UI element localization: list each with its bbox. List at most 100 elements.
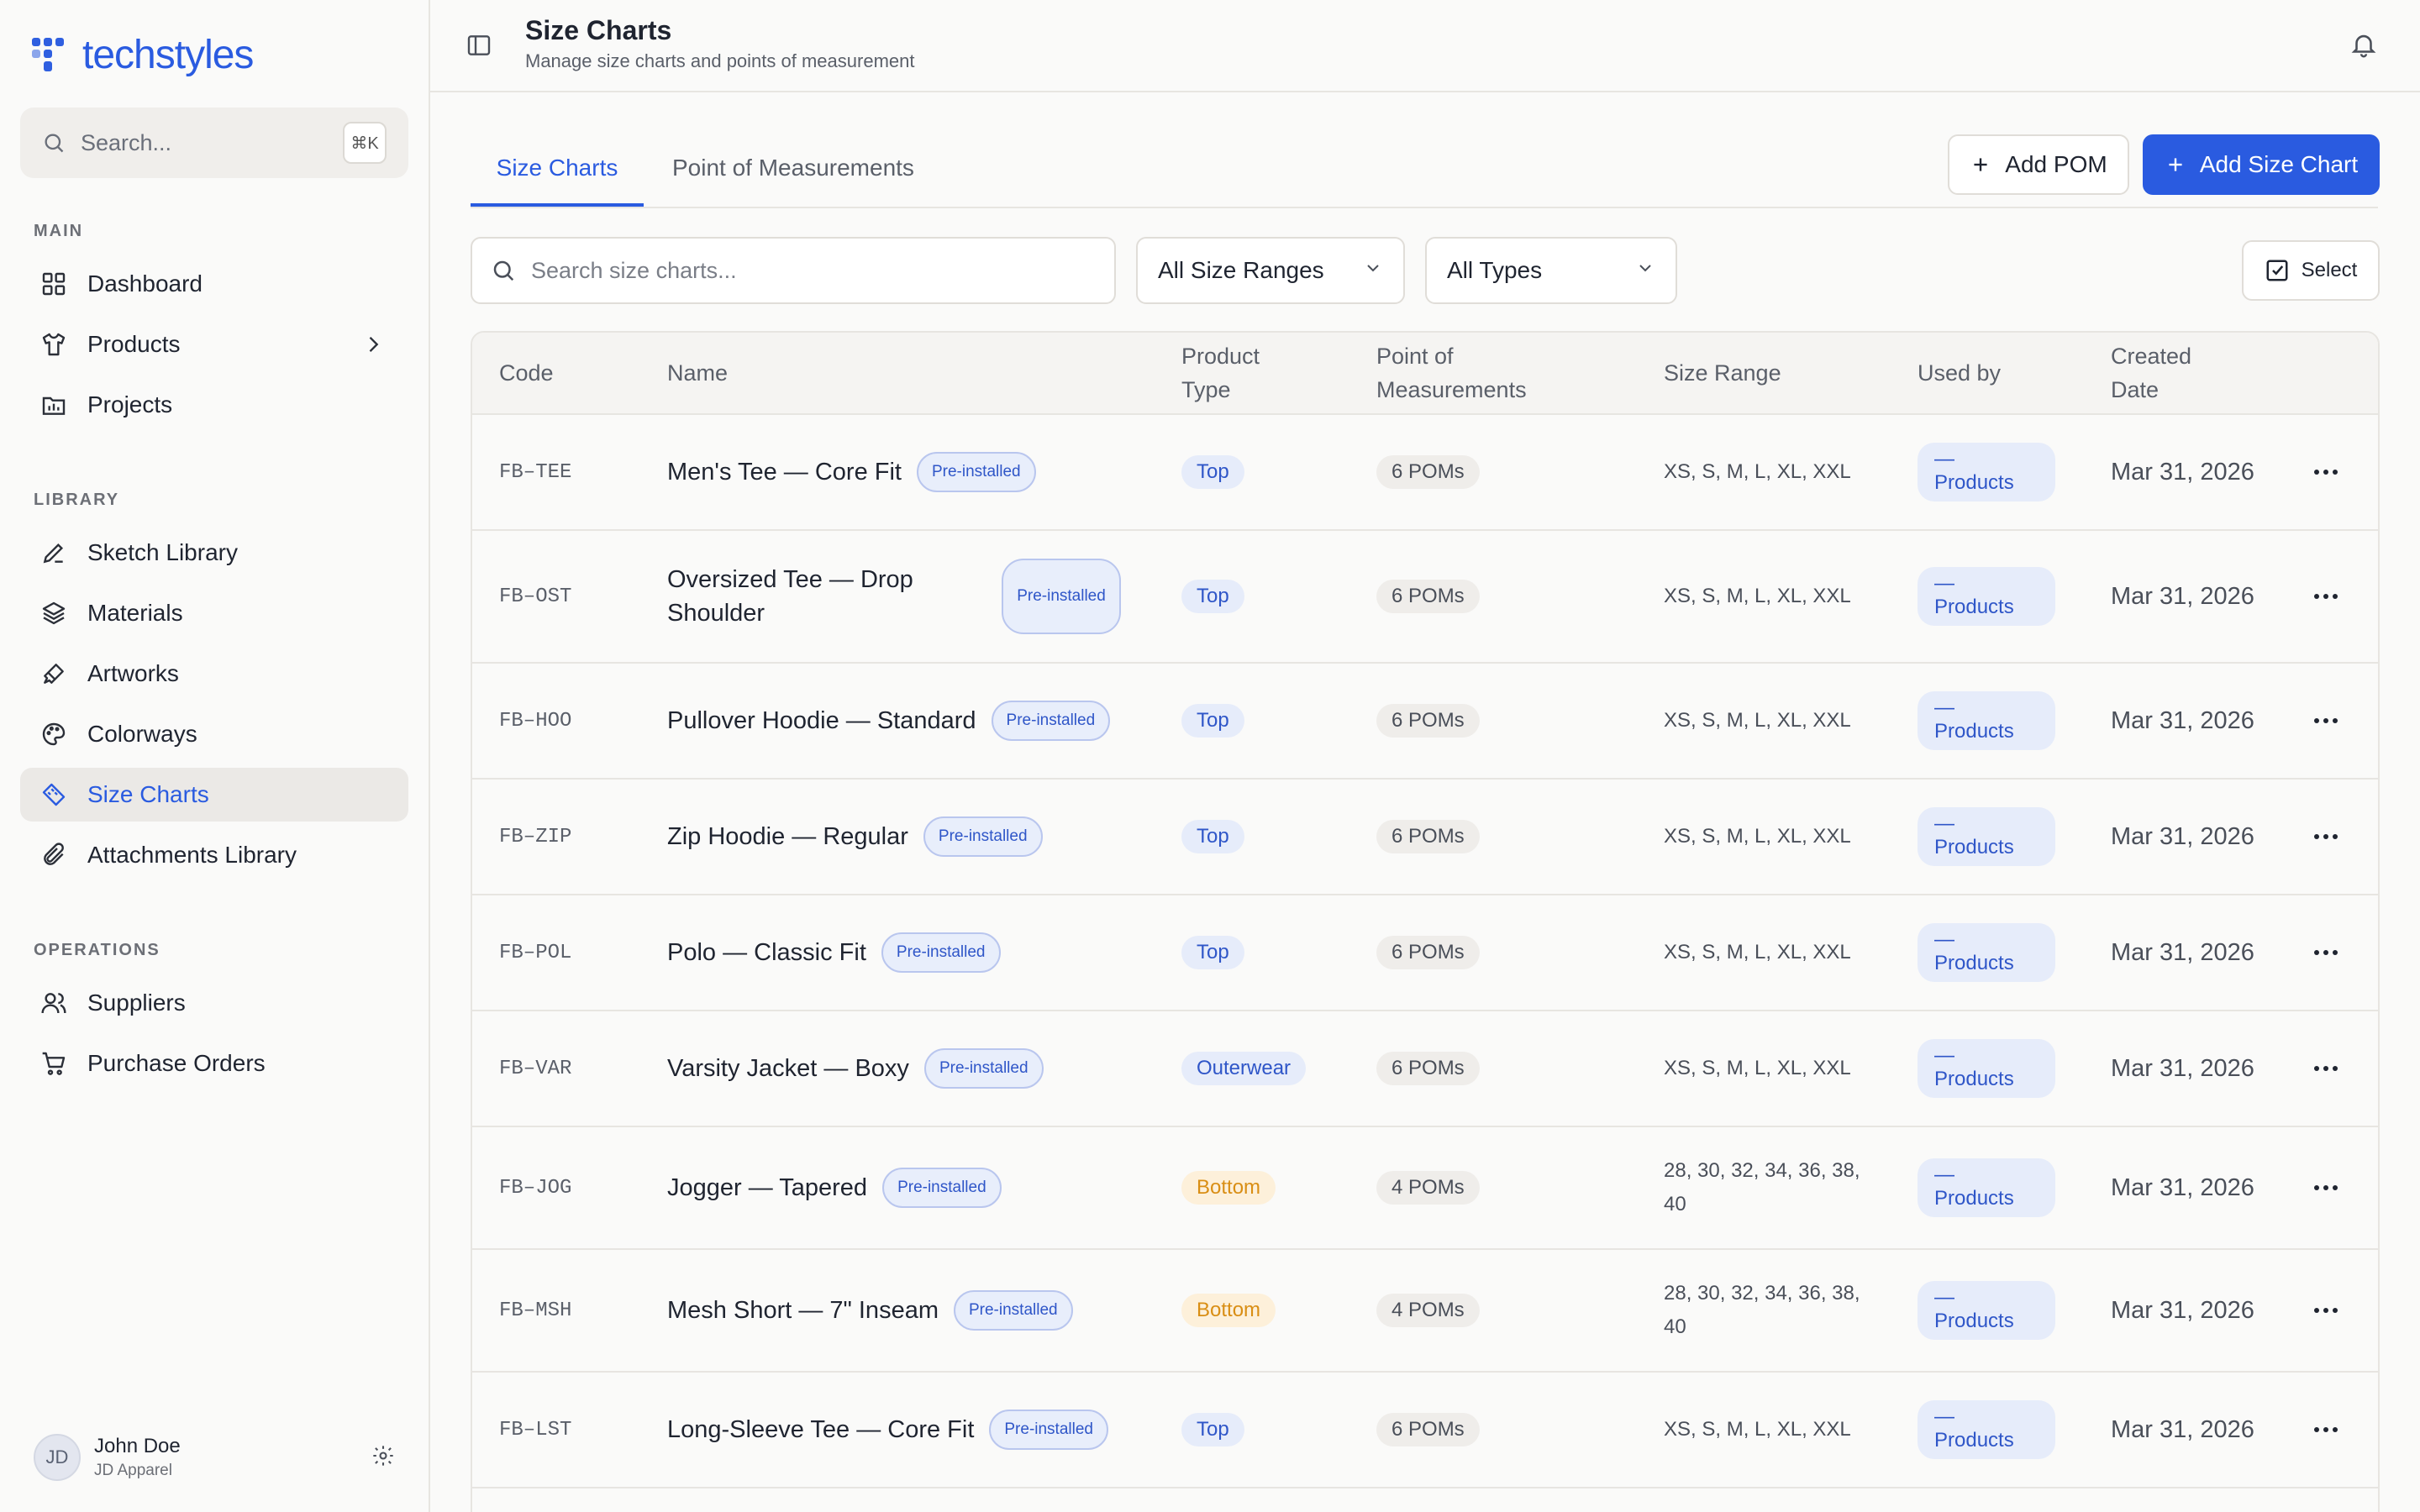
- table-row[interactable]: FB–LST Long-Sleeve Tee — Core Fit Pre-ins…: [472, 1373, 2378, 1488]
- table-row[interactable]: FB–OST Oversized Tee — Drop Shoulder Pre-…: [472, 531, 2378, 664]
- more-options-icon[interactable]: [2309, 948, 2343, 957]
- more-options-icon[interactable]: [2309, 1425, 2343, 1434]
- product-type-badge: Top: [1181, 820, 1244, 853]
- tab-size-charts[interactable]: Size Charts: [471, 155, 644, 207]
- sidebar-item-artworks[interactable]: Artworks: [20, 647, 408, 701]
- pre-installed-badge: Pre-installed: [881, 932, 1001, 973]
- section-label-operations: OPERATIONS: [34, 941, 160, 959]
- product-type-badge: Outerwear: [1181, 1052, 1307, 1085]
- row-name: Polo — Classic Fit: [667, 938, 866, 966]
- sidebar-item-projects[interactable]: Projects: [20, 378, 408, 432]
- sidebar-item-label: Size Charts: [87, 781, 209, 807]
- used-by-badge[interactable]: — Products: [1918, 1039, 2055, 1098]
- brand-name: techstyles: [82, 32, 254, 77]
- size-chart-search-input[interactable]: Search size charts...: [471, 237, 1116, 304]
- more-options-icon[interactable]: [2309, 468, 2343, 476]
- row-name: Mesh Short — 7" Inseam: [667, 1296, 939, 1324]
- sidebar-toggle-icon[interactable]: [466, 32, 492, 63]
- more-options-icon[interactable]: [2309, 832, 2343, 841]
- tab-point-of-measurements[interactable]: Point of Measurements: [672, 155, 914, 207]
- table-row[interactable]: FB–JOG Jogger — Tapered Pre-installed Bot…: [472, 1127, 2378, 1250]
- row-size-range: XS, S, M, L, XL, XXL: [1664, 825, 1851, 848]
- row-name: Zip Hoodie — Regular: [667, 822, 908, 850]
- layers-icon: [39, 598, 69, 628]
- column-header-product-type[interactable]: Product Type: [1181, 339, 1260, 407]
- column-header-code[interactable]: Code: [499, 356, 554, 390]
- sidebar-item-dashboard[interactable]: Dashboard: [20, 257, 408, 311]
- column-header-created-date[interactable]: Created Date: [2111, 339, 2191, 407]
- used-by-label: Products: [1934, 596, 2014, 618]
- column-header-name[interactable]: Name: [667, 356, 728, 390]
- chevron-down-icon: [1635, 257, 1655, 284]
- pre-installed-badge: Pre-installed: [916, 452, 1036, 492]
- used-by-label: Products: [1934, 836, 2014, 858]
- product-type-badge: Bottom: [1181, 1294, 1276, 1327]
- more-options-icon[interactable]: [2309, 1184, 2343, 1192]
- more-options-icon[interactable]: [2309, 592, 2343, 601]
- sidebar-item-products[interactable]: Products: [20, 318, 408, 371]
- row-name: Varsity Jacket — Boxy: [667, 1054, 909, 1082]
- sidebar-search-placeholder: Search...: [81, 129, 172, 155]
- table-row[interactable]: FB–ZIP Zip Hoodie — Regular Pre-installed…: [472, 780, 2378, 895]
- pom-count-badge: 6 POMs: [1376, 1052, 1480, 1085]
- brand-logo[interactable]: techstyles: [32, 32, 254, 77]
- sidebar-item-attachments-library[interactable]: Attachments Library: [20, 828, 408, 882]
- add-pom-button[interactable]: Add POM: [1948, 134, 2129, 195]
- used-by-badge[interactable]: — Products: [1918, 1400, 2055, 1459]
- page-title: Size Charts: [525, 15, 672, 45]
- column-header-text: Type: [1181, 377, 1231, 402]
- used-by-badge[interactable]: — Products: [1918, 923, 2055, 982]
- bell-icon[interactable]: [2349, 30, 2378, 63]
- row-size-range: 28, 30, 32, 34, 36, 38, 40: [1664, 1277, 1860, 1344]
- select-button[interactable]: Select: [2242, 240, 2380, 301]
- sidebar-item-purchase-orders[interactable]: Purchase Orders: [20, 1037, 408, 1090]
- pre-installed-badge: Pre-installed: [923, 1048, 1044, 1089]
- more-options-icon[interactable]: [2309, 717, 2343, 725]
- used-by-badge[interactable]: — Products: [1918, 1158, 2055, 1217]
- sidebar-item-colorways[interactable]: Colorways: [20, 707, 408, 761]
- sidebar-item-label: Projects: [87, 391, 173, 417]
- size-range-dropdown[interactable]: All Size Ranges: [1136, 237, 1405, 304]
- used-by-badge[interactable]: — Products: [1918, 443, 2055, 501]
- used-by-badge[interactable]: — Products: [1918, 567, 2055, 626]
- sidebar-item-suppliers[interactable]: Suppliers: [20, 976, 408, 1030]
- table-row[interactable]: FB–VAR Varsity Jacket — Boxy Pre-installe…: [472, 1011, 2378, 1127]
- used-by-badge[interactable]: — Products: [1918, 807, 2055, 866]
- row-name-line: Oversized Tee — Drop: [667, 566, 913, 593]
- user-profile[interactable]: JD John Doe JD Apparel: [34, 1432, 403, 1483]
- more-options-icon[interactable]: [2309, 1064, 2343, 1073]
- table-row[interactable]: FB–POL Polo — Classic Fit Pre-installed T…: [472, 895, 2378, 1011]
- add-pom-label: Add POM: [2005, 151, 2107, 177]
- column-header-size-range[interactable]: Size Range: [1664, 356, 1781, 390]
- row-name: Pullover Hoodie — Standard: [667, 706, 976, 734]
- used-by-dash: —: [1934, 1044, 1954, 1067]
- sidebar-item-materials[interactable]: Materials: [20, 586, 408, 640]
- ruler-icon: [39, 780, 69, 810]
- sidebar-search[interactable]: Search... ⌘K: [20, 108, 408, 178]
- row-size-range: XS, S, M, L, XL, XXL: [1664, 709, 1851, 732]
- add-size-chart-button[interactable]: Add Size Chart: [2143, 134, 2380, 195]
- type-dropdown[interactable]: All Types: [1425, 237, 1677, 304]
- used-by-label: Products: [1934, 952, 2014, 974]
- gear-icon[interactable]: [371, 1444, 395, 1472]
- sidebar-item-label: Products: [87, 331, 181, 357]
- more-options-icon[interactable]: [2309, 1306, 2343, 1315]
- sidebar-item-size-charts[interactable]: Size Charts: [20, 768, 408, 822]
- row-created-date: Mar 31, 2026: [2111, 938, 2254, 966]
- table-row[interactable]: FB–MSH Mesh Short — 7" Inseam Pre-install…: [472, 1250, 2378, 1373]
- sidebar-item-label: Suppliers: [87, 990, 186, 1016]
- column-header-pom[interactable]: Point of Measurements: [1376, 339, 1527, 407]
- row-size-range: XS, S, M, L, XL, XXL: [1664, 1418, 1851, 1441]
- table-row[interactable]: FB–TEE Men's Tee — Core Fit Pre-installed…: [472, 415, 2378, 531]
- pom-count-badge: 6 POMs: [1376, 580, 1480, 613]
- used-by-badge[interactable]: — Products: [1918, 1281, 2055, 1340]
- used-by-dash: —: [1934, 812, 1954, 835]
- used-by-badge[interactable]: — Products: [1918, 691, 2055, 750]
- size-range-line: 40: [1664, 1315, 1686, 1338]
- sidebar-item-label: Artworks: [87, 660, 179, 686]
- column-header-used-by[interactable]: Used by: [1918, 356, 2001, 390]
- sidebar-item-sketch-library[interactable]: Sketch Library: [20, 526, 408, 580]
- row-code: FB–VAR: [499, 1057, 572, 1080]
- table-row[interactable]: FB–HOO Pullover Hoodie — Standard Pre-ins…: [472, 664, 2378, 780]
- pre-installed-badge: Pre-installed: [923, 816, 1043, 857]
